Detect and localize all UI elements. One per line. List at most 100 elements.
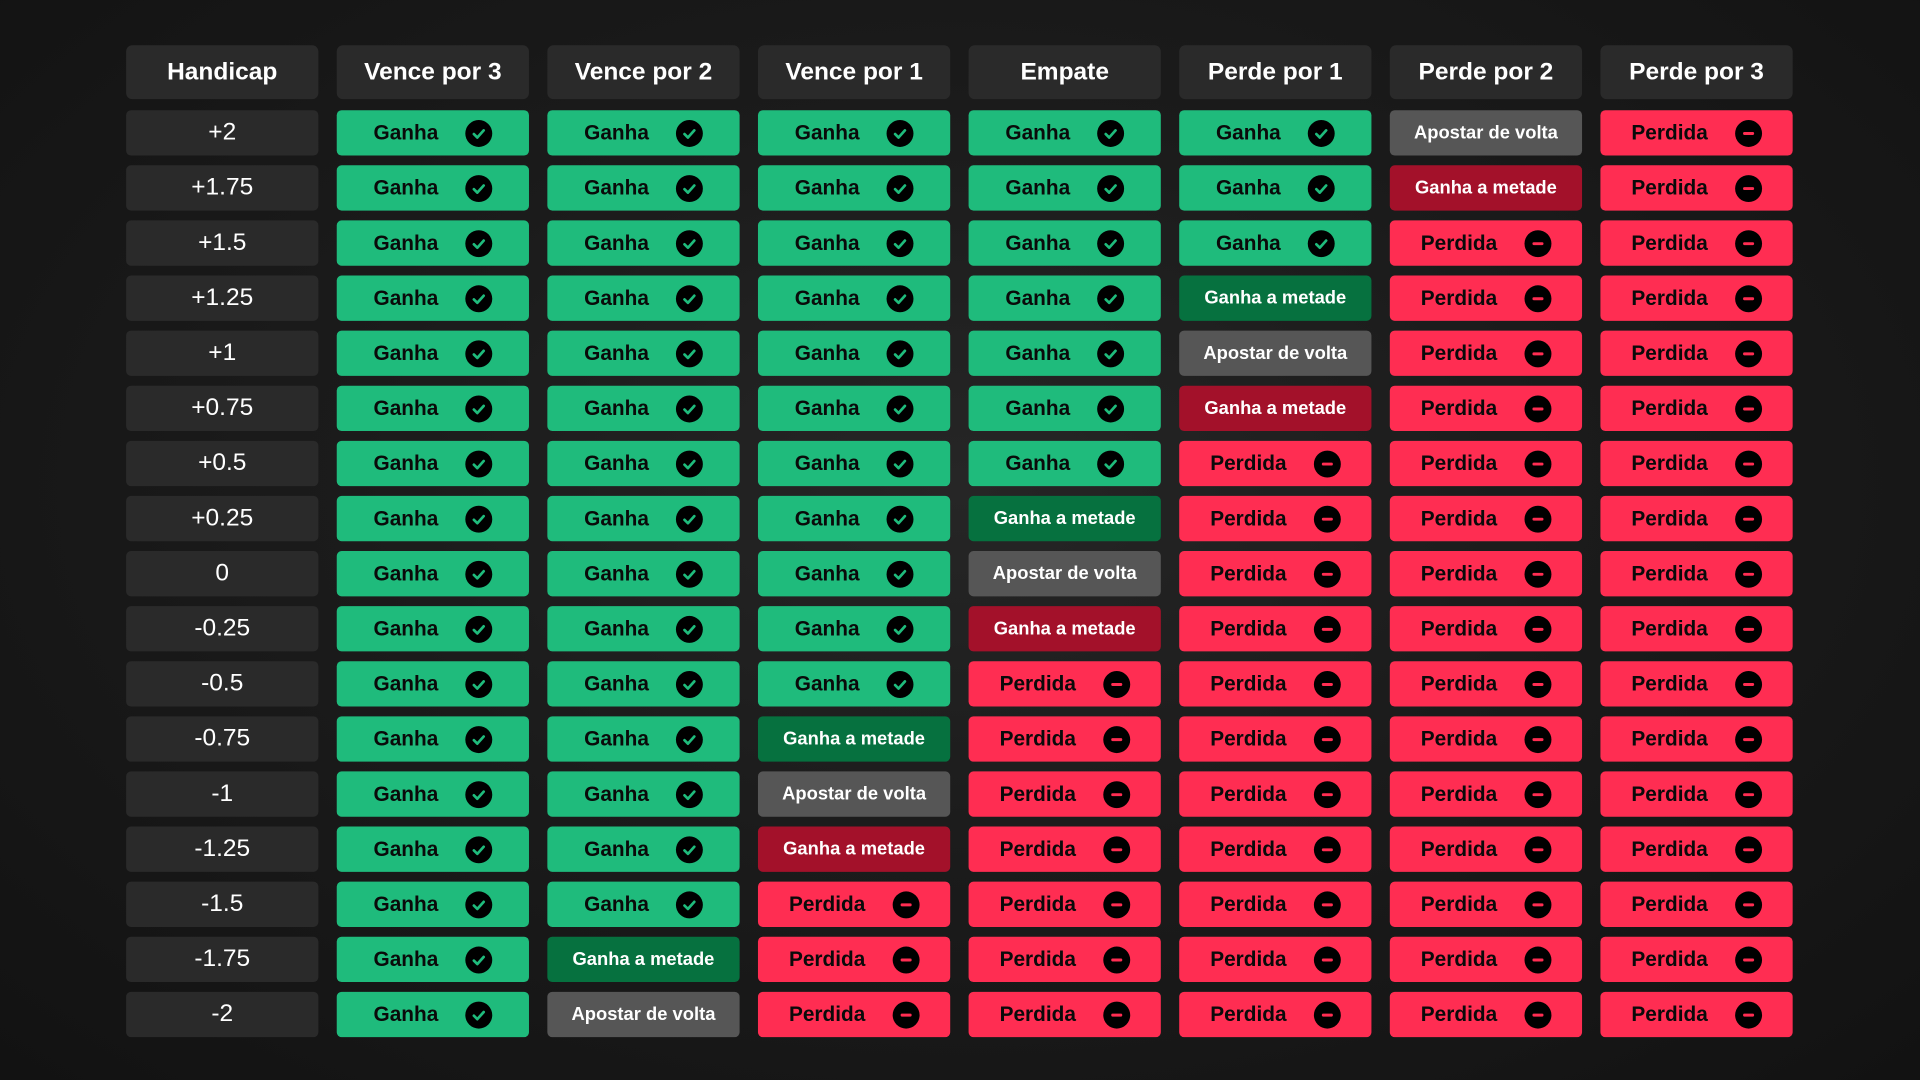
column-header: Handicap bbox=[126, 45, 319, 100]
result-label: Perdida bbox=[999, 671, 1076, 695]
minus-circle-icon bbox=[1313, 1001, 1341, 1028]
handicap-value: +1.75 bbox=[126, 165, 319, 211]
check-circle-icon bbox=[886, 505, 914, 533]
result-label: Ganha bbox=[1005, 175, 1071, 199]
check-circle-icon bbox=[886, 670, 914, 698]
check-circle-icon bbox=[886, 615, 914, 643]
result-cell: Perdida bbox=[1389, 495, 1583, 542]
result-label: Ganha bbox=[373, 285, 439, 310]
result-cell: Ganha bbox=[757, 275, 951, 321]
minus-circle-icon bbox=[1524, 615, 1552, 643]
result-label: Perdida bbox=[1631, 1002, 1708, 1026]
result-label: Perdida bbox=[1631, 451, 1708, 475]
result-label: Ganha a metade bbox=[993, 618, 1136, 640]
result-label: Ganha bbox=[584, 561, 649, 585]
check-circle-icon bbox=[675, 394, 703, 422]
result-label: Perdida bbox=[999, 836, 1076, 861]
result-cell: Perdida bbox=[1389, 716, 1583, 762]
result-label: Perdida bbox=[1631, 836, 1708, 861]
result-label: Ganha a metade bbox=[572, 948, 715, 970]
result-cell: Perdida bbox=[1600, 991, 1793, 1038]
result-cell: Perdida bbox=[1600, 220, 1793, 266]
result-label: Ganha bbox=[794, 451, 860, 475]
result-cell: Perdida bbox=[1389, 330, 1583, 376]
minus-circle-icon bbox=[892, 1001, 920, 1028]
result-cell: Ganha bbox=[336, 771, 529, 817]
column-header: Vence por 2 bbox=[547, 45, 740, 100]
check-circle-icon bbox=[886, 339, 914, 367]
minus-circle-icon bbox=[1524, 1001, 1552, 1028]
result-cell: Apostar de volta bbox=[968, 551, 1161, 597]
result-cell: Ganha bbox=[336, 385, 529, 432]
result-cell: Perdida bbox=[757, 936, 951, 983]
result-cell: Apostar de volta bbox=[1389, 110, 1583, 156]
result-cell: Ganha bbox=[336, 165, 529, 211]
result-cell: Ganha bbox=[336, 606, 529, 652]
minus-circle-icon bbox=[1313, 670, 1341, 698]
check-circle-icon bbox=[1097, 284, 1125, 312]
result-label: Ganha a metade bbox=[783, 838, 926, 860]
result-cell: Perdida bbox=[1600, 110, 1793, 156]
result-label: Ganha bbox=[794, 285, 860, 310]
handicap-value: +2 bbox=[126, 110, 319, 156]
handicap-table: Handicap Vence por 3 Vence por 2 Vence por … bbox=[126, 45, 1793, 1047]
result-cell: Perdida bbox=[1389, 606, 1583, 652]
result-cell: Ganha bbox=[757, 165, 951, 211]
result-cell: Ganha bbox=[547, 165, 740, 211]
result-cell: Ganha bbox=[968, 330, 1161, 376]
result-label: Perdida bbox=[1210, 726, 1287, 751]
result-cell: Perdida bbox=[1389, 991, 1583, 1038]
check-circle-icon bbox=[465, 890, 493, 918]
minus-circle-icon bbox=[1313, 560, 1341, 588]
result-label: Perdida bbox=[1631, 892, 1708, 916]
result-cell: Ganha a metade bbox=[1179, 385, 1372, 432]
check-circle-icon bbox=[465, 615, 493, 643]
minus-circle-icon bbox=[1734, 450, 1762, 477]
result-label: Ganha bbox=[373, 836, 439, 861]
result-cell: Ganha bbox=[968, 275, 1161, 321]
result-label: Apostar de volta bbox=[571, 1004, 716, 1025]
handicap-value: +0.25 bbox=[126, 495, 319, 542]
minus-circle-icon bbox=[1313, 780, 1341, 808]
check-circle-icon bbox=[465, 339, 493, 367]
result-label: Perdida bbox=[1631, 506, 1708, 530]
result-label: Perdida bbox=[999, 947, 1076, 971]
result-label: Ganha bbox=[373, 341, 439, 365]
result-cell: Ganha bbox=[757, 330, 951, 376]
minus-circle-icon bbox=[1313, 615, 1341, 643]
result-label: Perdida bbox=[1420, 836, 1498, 861]
handicap-value: -1.5 bbox=[126, 881, 319, 927]
result-cell: Perdida bbox=[1179, 881, 1372, 927]
result-label: Ganha bbox=[584, 451, 649, 475]
result-cell: Perdida bbox=[1600, 661, 1793, 707]
result-cell: Perdida bbox=[1179, 495, 1372, 542]
check-circle-icon bbox=[675, 725, 703, 753]
result-cell: Perdida bbox=[1600, 771, 1793, 817]
minus-circle-icon bbox=[1524, 394, 1552, 422]
result-cell: Perdida bbox=[968, 991, 1161, 1038]
check-circle-icon bbox=[465, 780, 493, 808]
result-label: Perdida bbox=[1631, 396, 1708, 420]
check-circle-icon bbox=[465, 505, 493, 533]
check-circle-icon bbox=[675, 615, 703, 643]
result-cell: Ganha bbox=[336, 661, 529, 707]
result-cell: Perdida bbox=[1600, 165, 1793, 211]
result-cell: Ganha bbox=[336, 275, 529, 321]
column-header: Vence por 3 bbox=[336, 45, 529, 100]
minus-circle-icon bbox=[1313, 725, 1341, 753]
check-circle-icon bbox=[886, 560, 914, 588]
result-label: Perdida bbox=[1631, 616, 1708, 640]
result-cell: Perdida bbox=[1600, 716, 1793, 762]
result-cell: Ganha a metade bbox=[757, 826, 951, 872]
result-cell: Perdida bbox=[1600, 440, 1793, 487]
check-circle-icon bbox=[886, 174, 914, 202]
result-label: Perdida bbox=[1210, 561, 1287, 585]
result-cell: Ganha bbox=[336, 551, 529, 597]
result-cell: Perdida bbox=[757, 881, 951, 927]
minus-circle-icon bbox=[1524, 339, 1552, 367]
result-label: Ganha bbox=[373, 892, 439, 916]
handicap-value: +1.5 bbox=[126, 220, 319, 266]
result-cell: Ganha bbox=[336, 330, 529, 376]
handicap-value: -1 bbox=[126, 771, 319, 817]
minus-circle-icon bbox=[1734, 615, 1762, 643]
